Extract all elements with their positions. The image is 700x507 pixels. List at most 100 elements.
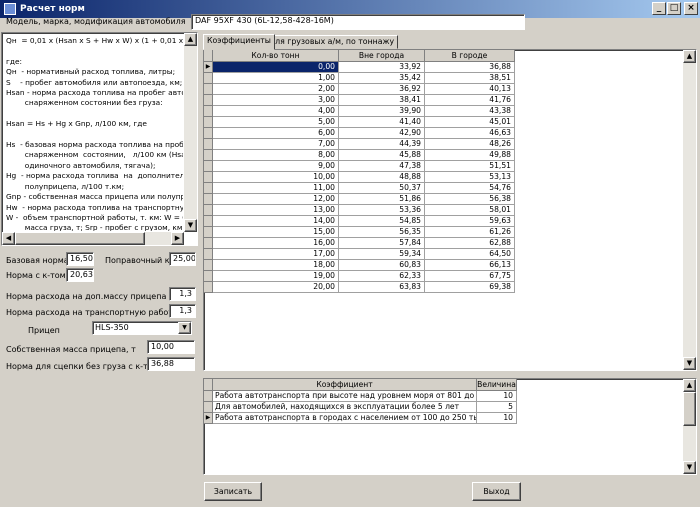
table-row[interactable]: 9,00 47,38 51,51 bbox=[204, 161, 515, 172]
hitch-norm-field[interactable]: 36,88 bbox=[147, 357, 195, 371]
table-row[interactable]: 19,00 62,33 67,75 bbox=[204, 271, 515, 282]
table-cell[interactable]: 57,84 bbox=[339, 238, 425, 249]
table-cell[interactable]: 5,00 bbox=[213, 117, 339, 128]
table-cell[interactable]: 42,90 bbox=[339, 128, 425, 139]
minimize-button[interactable]: _ bbox=[652, 2, 666, 15]
table-cell[interactable]: 6,00 bbox=[213, 128, 339, 139]
table-cell[interactable]: 17,00 bbox=[213, 249, 339, 260]
table-cell[interactable]: 19,00 bbox=[213, 271, 339, 282]
scroll-down-arrow-icon[interactable]: ▼ bbox=[683, 357, 696, 370]
formula-vscrollbar[interactable]: ▲ ▼ bbox=[184, 33, 197, 232]
hscroll-thumb[interactable] bbox=[15, 232, 145, 245]
table-cell[interactable]: 60,83 bbox=[339, 260, 425, 271]
column-header[interactable]: Величина bbox=[477, 379, 517, 391]
table-row[interactable]: Работа автотранспорта при высоте над уро… bbox=[204, 391, 517, 402]
table-cell[interactable]: 63,83 bbox=[339, 282, 425, 293]
table-cell[interactable]: 47,38 bbox=[339, 161, 425, 172]
table-row[interactable]: 8,00 45,88 49,88 bbox=[204, 150, 515, 161]
table-cell[interactable]: 41,40 bbox=[339, 117, 425, 128]
table-cell[interactable]: 9,00 bbox=[213, 161, 339, 172]
table-row[interactable]: 1,00 35,42 38,51 bbox=[204, 73, 515, 84]
table-cell[interactable]: 45,01 bbox=[425, 117, 515, 128]
table-cell[interactable]: 8,00 bbox=[213, 150, 339, 161]
table-cell[interactable]: 18,00 bbox=[213, 260, 339, 271]
table-cell[interactable]: 2,00 bbox=[213, 84, 339, 95]
table-cell[interactable]: 66,13 bbox=[425, 260, 515, 271]
transport-norm-field[interactable]: 1,3 bbox=[169, 304, 196, 318]
table-cell[interactable]: 61,26 bbox=[425, 227, 515, 238]
table-row[interactable]: 10,00 48,88 53,13 bbox=[204, 172, 515, 183]
scroll-down-arrow-icon[interactable]: ▼ bbox=[184, 219, 197, 232]
table-cell[interactable]: Для автомобилей, находящихся в эксплуата… bbox=[213, 402, 477, 413]
table-row[interactable]: ▶ Работа автотранспорта в городах с насел… bbox=[204, 413, 517, 424]
table-cell[interactable]: 38,51 bbox=[425, 73, 515, 84]
table-cell[interactable]: 43,38 bbox=[425, 106, 515, 117]
table-cell[interactable]: 7,00 bbox=[213, 139, 339, 150]
table-cell[interactable]: 45,88 bbox=[339, 150, 425, 161]
table-row[interactable]: 15,00 56,35 61,26 bbox=[204, 227, 515, 238]
table-cell[interactable]: 53,36 bbox=[339, 205, 425, 216]
norms-grid[interactable]: Кол-во тонн Вне города В городе ▶ 0,00 33,92 3… bbox=[203, 49, 697, 371]
save-button[interactable]: Записать bbox=[204, 482, 262, 501]
table-row[interactable]: 3,00 38,41 41,76 bbox=[204, 95, 515, 106]
coeff-vscrollbar[interactable]: ▲ ▼ bbox=[683, 379, 696, 474]
table-cell[interactable]: Работа автотранспорта при высоте над уро… bbox=[213, 391, 477, 402]
table-row[interactable]: 20,00 63,83 69,38 bbox=[204, 282, 515, 293]
table-cell[interactable]: 48,26 bbox=[425, 139, 515, 150]
formula-hscrollbar[interactable]: ◀ ▶ bbox=[2, 232, 184, 245]
trailer-select[interactable]: HLS-350 ▼ bbox=[92, 321, 192, 335]
table-row[interactable]: 5,00 41,40 45,01 bbox=[204, 117, 515, 128]
table-cell[interactable]: 10 bbox=[477, 413, 517, 424]
tab-truck-tonnage[interactable]: Для грузовых а/м, по тоннажу bbox=[265, 35, 399, 49]
table-cell[interactable]: 58,01 bbox=[425, 205, 515, 216]
own-mass-field[interactable]: 10,00 bbox=[147, 340, 195, 354]
table-cell[interactable]: 39,90 bbox=[339, 106, 425, 117]
table-cell[interactable]: 11,00 bbox=[213, 183, 339, 194]
table-cell[interactable]: 64,50 bbox=[425, 249, 515, 260]
trailer-mass-norm-field[interactable]: 1,3 bbox=[169, 287, 196, 301]
table-cell[interactable]: 12,00 bbox=[213, 194, 339, 205]
column-header[interactable]: В городе bbox=[425, 50, 515, 62]
scroll-down-arrow-icon[interactable]: ▼ bbox=[683, 461, 696, 474]
table-cell[interactable]: 53,13 bbox=[425, 172, 515, 183]
table-cell[interactable]: 67,75 bbox=[425, 271, 515, 282]
scroll-up-arrow-icon[interactable]: ▲ bbox=[683, 379, 696, 392]
base-norm-field[interactable]: 16,50 bbox=[66, 252, 94, 266]
table-cell[interactable]: 46,63 bbox=[425, 128, 515, 139]
table-cell[interactable]: 15,00 bbox=[213, 227, 339, 238]
table-cell[interactable]: 1,00 bbox=[213, 73, 339, 84]
table-cell[interactable]: 10,00 bbox=[213, 172, 339, 183]
scroll-up-arrow-icon[interactable]: ▲ bbox=[683, 50, 696, 63]
table-cell[interactable]: 36,92 bbox=[339, 84, 425, 95]
table-cell[interactable]: 56,35 bbox=[339, 227, 425, 238]
table-cell[interactable]: 54,76 bbox=[425, 183, 515, 194]
table-cell[interactable]: 62,33 bbox=[339, 271, 425, 282]
table-cell[interactable]: 51,86 bbox=[339, 194, 425, 205]
table-row[interactable]: 4,00 39,90 43,38 bbox=[204, 106, 515, 117]
table-cell[interactable]: 41,76 bbox=[425, 95, 515, 106]
table-cell[interactable]: 59,63 bbox=[425, 216, 515, 227]
table-cell[interactable]: 36,88 bbox=[425, 62, 515, 73]
scroll-right-arrow-icon[interactable]: ▶ bbox=[171, 232, 184, 245]
table-row[interactable]: ▶ 0,00 33,92 36,88 bbox=[204, 62, 515, 73]
table-row[interactable]: Для автомобилей, находящихся в эксплуата… bbox=[204, 402, 517, 413]
chevron-down-icon[interactable]: ▼ bbox=[178, 322, 191, 334]
scroll-up-arrow-icon[interactable]: ▲ bbox=[184, 33, 197, 46]
norm-k-field[interactable]: 20,63 bbox=[66, 268, 94, 282]
table-cell[interactable]: 0,00 bbox=[213, 62, 339, 73]
table-cell[interactable]: 3,00 bbox=[213, 95, 339, 106]
exit-button[interactable]: Выход bbox=[472, 482, 521, 501]
table-cell[interactable]: 13,00 bbox=[213, 205, 339, 216]
table-cell[interactable]: 44,39 bbox=[339, 139, 425, 150]
table-row[interactable]: 18,00 60,83 66,13 bbox=[204, 260, 515, 271]
correction-field[interactable]: 25,00 bbox=[169, 252, 196, 266]
table-cell[interactable]: 35,42 bbox=[339, 73, 425, 84]
table-cell[interactable]: 40,13 bbox=[425, 84, 515, 95]
column-header[interactable]: Вне города bbox=[339, 50, 425, 62]
table-cell[interactable]: Работа автотранспорта в городах с населе… bbox=[213, 413, 477, 424]
table-cell[interactable]: 16,00 bbox=[213, 238, 339, 249]
table-cell[interactable]: 14,00 bbox=[213, 216, 339, 227]
table-cell[interactable]: 69,38 bbox=[425, 282, 515, 293]
table-cell[interactable]: 4,00 bbox=[213, 106, 339, 117]
column-header[interactable]: Коэффициент bbox=[213, 379, 477, 391]
